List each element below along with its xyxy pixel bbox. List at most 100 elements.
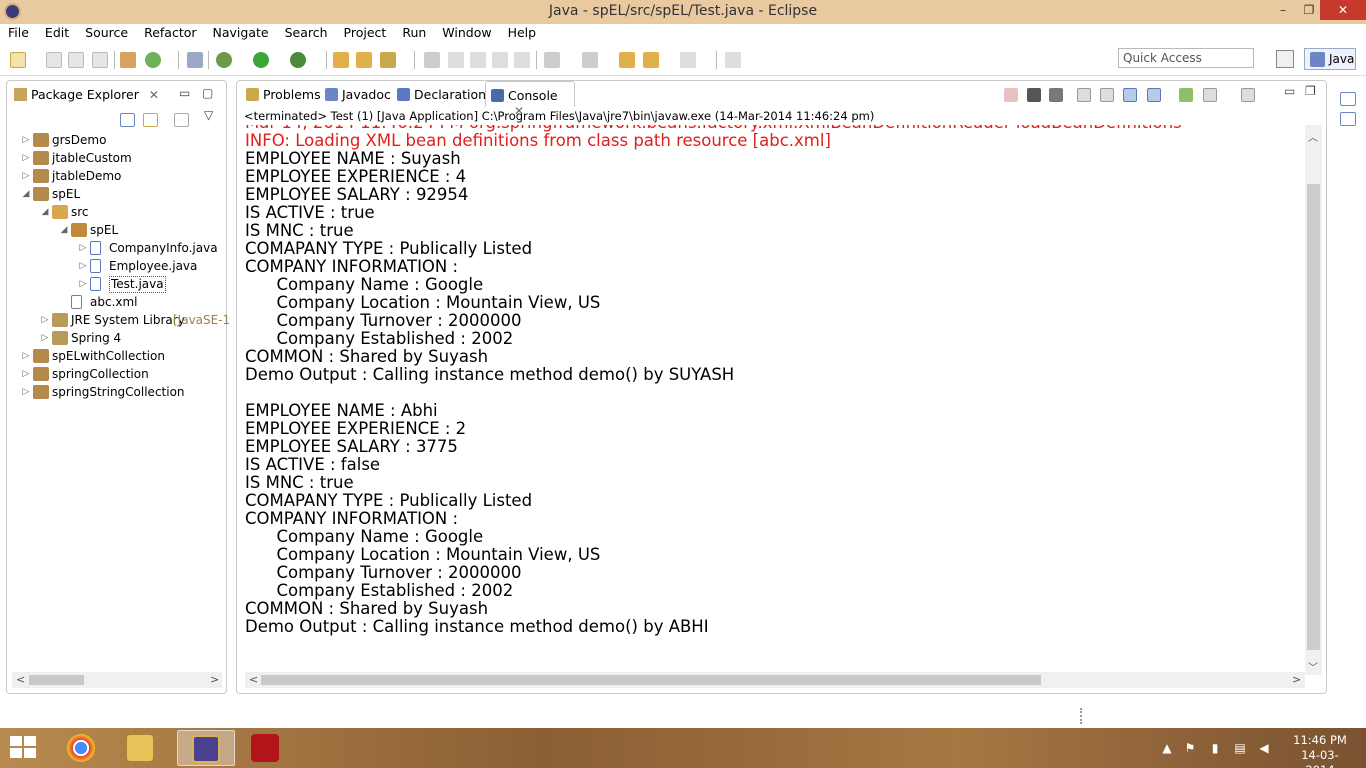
- show-stdout-icon[interactable]: [1123, 88, 1137, 102]
- tab-console[interactable]: Console✕: [485, 81, 575, 118]
- expand-arrow-icon[interactable]: ▷: [78, 275, 88, 293]
- new-icon[interactable]: [10, 52, 26, 68]
- resize-grip[interactable]: [1080, 708, 1083, 724]
- new-java-project-icon[interactable]: [120, 52, 136, 68]
- open-task-icon[interactable]: [356, 52, 372, 68]
- remove-all-terminated-icon[interactable]: [1049, 88, 1063, 102]
- tree-item[interactable]: ▷ Spring 4: [7, 329, 226, 347]
- expand-arrow-icon[interactable]: ▷: [40, 311, 50, 329]
- minimize-view-icon[interactable]: ▭: [1284, 84, 1295, 98]
- tab-declaration[interactable]: Declaration: [392, 81, 486, 107]
- menu-source[interactable]: Source: [77, 24, 136, 44]
- show-source-icon[interactable]: [514, 52, 530, 68]
- refresh-icon[interactable]: [145, 52, 161, 68]
- menu-file[interactable]: File: [0, 24, 37, 44]
- menu-run[interactable]: Run: [394, 24, 434, 44]
- tree-item[interactable]: ▷ spELwithCollection: [7, 347, 226, 365]
- tab-problems[interactable]: Problems: [241, 81, 321, 107]
- action-center-icon[interactable]: ⚑: [1183, 741, 1197, 755]
- link-with-editor-icon[interactable]: [143, 113, 158, 127]
- run-icon[interactable]: [253, 52, 269, 68]
- maximize-button[interactable]: ❐: [1296, 0, 1322, 20]
- print-icon[interactable]: [92, 52, 108, 68]
- tree-item[interactable]: ▷ CompanyInfo.java: [7, 239, 226, 257]
- debug-icon[interactable]: [216, 52, 232, 68]
- show-hidden-icons-icon[interactable]: ▲: [1160, 741, 1174, 755]
- expand-arrow-icon[interactable]: ▷: [21, 383, 31, 401]
- minimize-view-icon[interactable]: ▭: [179, 86, 190, 100]
- expand-arrow-icon[interactable]: ▷: [78, 257, 88, 275]
- maximize-view-icon[interactable]: ▢: [202, 86, 213, 100]
- focus-on-active-task-icon[interactable]: [174, 113, 189, 127]
- network-icon[interactable]: ▤: [1233, 741, 1247, 755]
- menu-window[interactable]: Window: [434, 24, 499, 44]
- menu-edit[interactable]: Edit: [37, 24, 77, 44]
- start-button[interactable]: [10, 736, 38, 760]
- menu-search[interactable]: Search: [277, 24, 336, 44]
- back-icon[interactable]: [643, 52, 659, 68]
- display-console-icon[interactable]: [1203, 88, 1217, 102]
- expand-arrow-icon[interactable]: ▷: [21, 167, 31, 185]
- scroll-left-icon[interactable]: <: [16, 672, 25, 688]
- tree-item[interactable]: ◢ src: [7, 203, 226, 221]
- remove-launch-icon[interactable]: [1027, 88, 1041, 102]
- show-stderr-icon[interactable]: [1147, 88, 1161, 102]
- expand-arrow-icon[interactable]: ▷: [21, 365, 31, 383]
- scroll-right-icon[interactable]: >: [210, 672, 219, 688]
- last-edit-icon[interactable]: [619, 52, 635, 68]
- tree-item[interactable]: ◢ spEL: [7, 185, 226, 203]
- scroll-left-icon[interactable]: <: [249, 672, 258, 688]
- run-external-tools-icon[interactable]: [290, 52, 306, 68]
- minimize-button[interactable]: –: [1270, 0, 1296, 20]
- open-console-icon[interactable]: [1241, 88, 1255, 102]
- package-hscroll[interactable]: < >: [12, 672, 222, 688]
- expand-arrow-icon[interactable]: ▷: [21, 347, 31, 365]
- scroll-right-icon[interactable]: >: [1292, 672, 1301, 688]
- toggle-mark-occurrences-icon[interactable]: [424, 52, 440, 68]
- save-all-icon[interactable]: [68, 52, 84, 68]
- annotation-icon[interactable]: [448, 52, 464, 68]
- outline-icon[interactable]: [1340, 112, 1356, 126]
- terminate-icon[interactable]: [1004, 88, 1018, 102]
- tree-item[interactable]: ▷ Test.java: [7, 275, 226, 293]
- block-selection-icon[interactable]: [470, 52, 486, 68]
- clock[interactable]: 11:46 PM 14-03-2014: [1290, 733, 1350, 768]
- tree-item[interactable]: abc.xml: [7, 293, 226, 311]
- scroll-lock-icon[interactable]: [1100, 88, 1114, 102]
- menu-project[interactable]: Project: [336, 24, 395, 44]
- restore-view-icon[interactable]: ❐: [1305, 84, 1316, 98]
- previous-annotation-icon[interactable]: [582, 52, 598, 68]
- tree-item[interactable]: ◢ spEL: [7, 221, 226, 239]
- volume-icon[interactable]: ◀: [1257, 741, 1271, 755]
- open-perspective-icon[interactable]: [1276, 50, 1294, 68]
- expand-arrow-icon[interactable]: ◢: [40, 203, 50, 221]
- title-bar[interactable]: Java - spEL/src/spEL/Test.java - Eclipse…: [0, 0, 1366, 24]
- scroll-thumb[interactable]: [1307, 184, 1320, 650]
- expand-arrow-icon[interactable]: ▷: [21, 131, 31, 149]
- scroll-down-icon[interactable]: ﹀: [1308, 659, 1318, 674]
- save-icon[interactable]: [46, 52, 62, 68]
- expand-arrow-icon[interactable]: ◢: [21, 185, 31, 203]
- close-icon[interactable]: ✕: [149, 88, 159, 102]
- collapse-all-icon[interactable]: [120, 113, 135, 127]
- view-menu-icon[interactable]: ▽: [204, 108, 213, 122]
- menu-navigate[interactable]: Navigate: [205, 24, 277, 44]
- console-vscroll[interactable]: ︿ ﹀: [1305, 125, 1322, 675]
- tab-javadoc[interactable]: Javadoc: [320, 81, 391, 107]
- tree-item[interactable]: ▷ Employee.java: [7, 257, 226, 275]
- pin-console-icon[interactable]: [1179, 88, 1193, 102]
- scroll-thumb[interactable]: [261, 675, 1041, 685]
- taskbar-file-explorer[interactable]: [115, 730, 165, 766]
- console-hscroll[interactable]: < >: [245, 672, 1305, 688]
- next-annotation-icon[interactable]: [544, 52, 560, 68]
- tree-item[interactable]: ▷ jtableDemo: [7, 167, 226, 185]
- tree-item[interactable]: ▷ springStringCollection: [7, 383, 226, 401]
- quick-access-input[interactable]: Quick Access: [1118, 48, 1254, 68]
- taskbar-eclipse[interactable]: [177, 730, 235, 766]
- open-type-icon[interactable]: [333, 52, 349, 68]
- taskbar-acrobat[interactable]: [240, 730, 290, 766]
- console-output[interactable]: Mar 14, 2014 11:46:24 PM org.springframe…: [245, 125, 1305, 675]
- expand-arrow-icon[interactable]: ▷: [21, 149, 31, 167]
- restore-stack-icon[interactable]: [1340, 92, 1356, 106]
- skip-breakpoints-icon[interactable]: [187, 52, 203, 68]
